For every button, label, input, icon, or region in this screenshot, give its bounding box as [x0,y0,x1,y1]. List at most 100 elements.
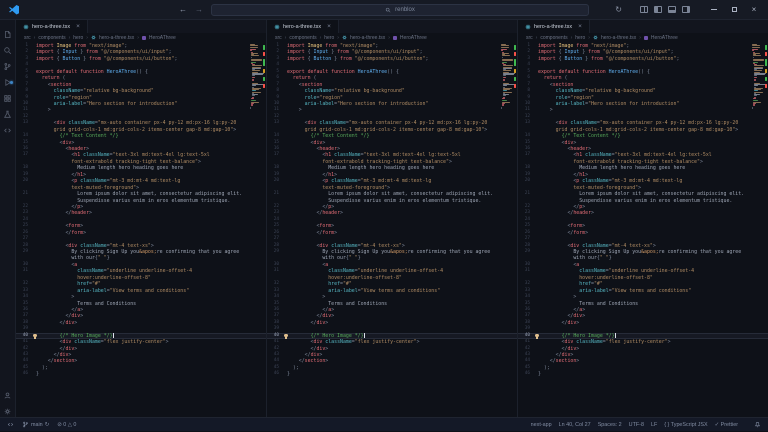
status-cursor-position[interactable]: Ln 40, Col 27 [559,422,591,428]
breadcrumb-separator: › [137,34,139,41]
notification-badge [9,80,13,84]
editor-group-2: hero-a-three.tsx × src › components › hero › h… [266,20,517,417]
branch-sync-icon: ↻ [44,421,50,428]
breadcrumb-item[interactable]: hero [73,35,83,41]
vscode-logo-icon [9,4,19,14]
tab-hero-a-three[interactable]: hero-a-three.tsx × [267,20,339,33]
accounts-icon[interactable] [3,387,12,399]
sync-icon[interactable]: ↻ [615,5,622,14]
code-text: } [36,371,39,378]
breadcrumb-item[interactable]: src [24,35,31,41]
overview-ruler-mark [765,52,767,56]
status-eol[interactable]: LF [651,422,657,428]
tab-close-icon[interactable]: × [76,23,80,30]
notifications-bell-icon[interactable] [754,421,761,428]
toggle-secondary-sidebar-icon[interactable] [682,6,690,13]
symbol-function-icon [392,35,397,40]
status-encoding[interactable]: UTF-8 [629,422,644,428]
react-file-icon [91,35,96,40]
minimize-button[interactable] [708,0,720,20]
tab-bar: hero-a-three.tsx × [518,20,768,33]
editor-viewport: 1 import Image from "next/image"; 2 import … [16,42,266,417]
status-language[interactable]: { } TypeScript JSX [664,422,707,428]
react-file-icon [593,35,598,40]
minimap-line [752,105,755,107]
minimap-line [250,55,260,57]
breadcrumb-separator: › [535,34,538,41]
code-area: 1 import Image from "next/image"; 2 import … [267,43,517,378]
search-icon[interactable] [3,42,12,55]
remote-icon [7,422,14,427]
code-line[interactable]: 46} [267,371,517,377]
search-icon [386,7,391,13]
git-branch-status[interactable]: main ↻ [22,421,49,428]
editor-groups: hero-a-three.tsx × src › components › hero › h… [16,20,768,417]
breadcrumb-item[interactable]: HeroAThree [651,35,678,41]
toggle-panel-icon[interactable] [668,6,676,13]
overview-ruler-mark [514,52,516,56]
tab-close-icon[interactable]: × [578,23,582,30]
breadcrumb-item[interactable]: hero [575,35,585,41]
source-control-icon[interactable] [3,58,12,71]
code-area: 1 import Image from "next/image"; 2 import … [16,43,266,378]
testing-icon[interactable] [3,106,12,118]
breadcrumb-item[interactable]: hero-a-three.tsx [99,35,134,41]
code-line[interactable]: 46} [16,371,266,377]
react-file-icon [342,35,347,40]
line-number[interactable]: 46 [267,371,282,377]
remote-explorer-icon[interactable] [3,122,12,133]
command-center-text: renblox [395,7,415,13]
command-center-search[interactable]: renblox [211,4,589,16]
breadcrumb-item[interactable]: src [526,35,533,41]
workbench: hero-a-three.tsx × src › components › hero › h… [0,20,768,417]
overview-ruler-mark [263,59,265,66]
overview-ruler-mark [514,84,516,88]
breadcrumb-item[interactable]: hero-a-three.tsx [601,35,636,41]
restore-button[interactable] [728,0,740,20]
title-bar: ← → renblox ↻ × [0,0,768,20]
status-formatter[interactable]: ✓ Prettier [715,422,738,428]
status-task[interactable]: next-app [531,422,552,428]
back-arrow-icon[interactable]: ← [179,0,187,20]
breadcrumb-item[interactable]: HeroAThree [400,35,427,41]
overview-ruler-mark [263,84,265,88]
extensions-icon[interactable] [3,90,12,102]
remote-indicator[interactable] [7,421,14,428]
explorer-icon[interactable] [3,26,12,38]
branch-name: main [31,421,43,428]
tab-label: hero-a-three.tsx [32,23,71,30]
status-indentation[interactable]: Spaces: 2 [598,422,622,428]
breadcrumb-item[interactable]: components [38,35,65,41]
tab-bar: hero-a-three.tsx × [16,20,266,33]
tab-close-icon[interactable]: × [327,23,331,30]
minimap[interactable] [250,44,265,109]
customize-layout-icon[interactable] [640,6,648,13]
breadcrumb-item[interactable]: src [275,35,282,41]
line-number[interactable]: 46 [16,371,31,377]
overview-ruler-mark [263,52,265,56]
problems-status[interactable]: ⊘ 0 △ 0 [57,422,76,428]
tab-label: hero-a-three.tsx [283,23,322,30]
toggle-primary-sidebar-icon[interactable] [654,6,662,13]
close-button[interactable]: × [748,0,760,20]
minimap-line [250,106,251,108]
breadcrumb: src › components › hero › hero-a-three.tsx › Her… [267,33,517,42]
breadcrumb-item[interactable]: components [289,35,316,41]
minimap[interactable] [752,44,767,109]
minimap[interactable] [501,44,516,109]
settings-icon[interactable] [3,403,12,415]
breadcrumb-separator: › [284,34,287,41]
react-file-icon [23,24,29,29]
text-cursor [113,332,115,338]
breadcrumb-item[interactable]: components [540,35,567,41]
overview-ruler-mark [765,77,767,81]
forward-arrow-icon[interactable]: → [195,0,203,20]
breadcrumb-item[interactable]: HeroAThree [149,35,176,41]
tab-hero-a-three[interactable]: hero-a-three.tsx × [16,20,88,33]
breadcrumb-item[interactable]: hero [324,35,334,41]
tab-hero-a-three[interactable]: hero-a-three.tsx × [518,20,590,33]
run-debug-icon[interactable] [3,74,13,87]
line-number[interactable]: 46 [518,371,533,377]
breadcrumb-item[interactable]: hero-a-three.tsx [350,35,385,41]
code-line[interactable]: 46} [518,371,768,377]
